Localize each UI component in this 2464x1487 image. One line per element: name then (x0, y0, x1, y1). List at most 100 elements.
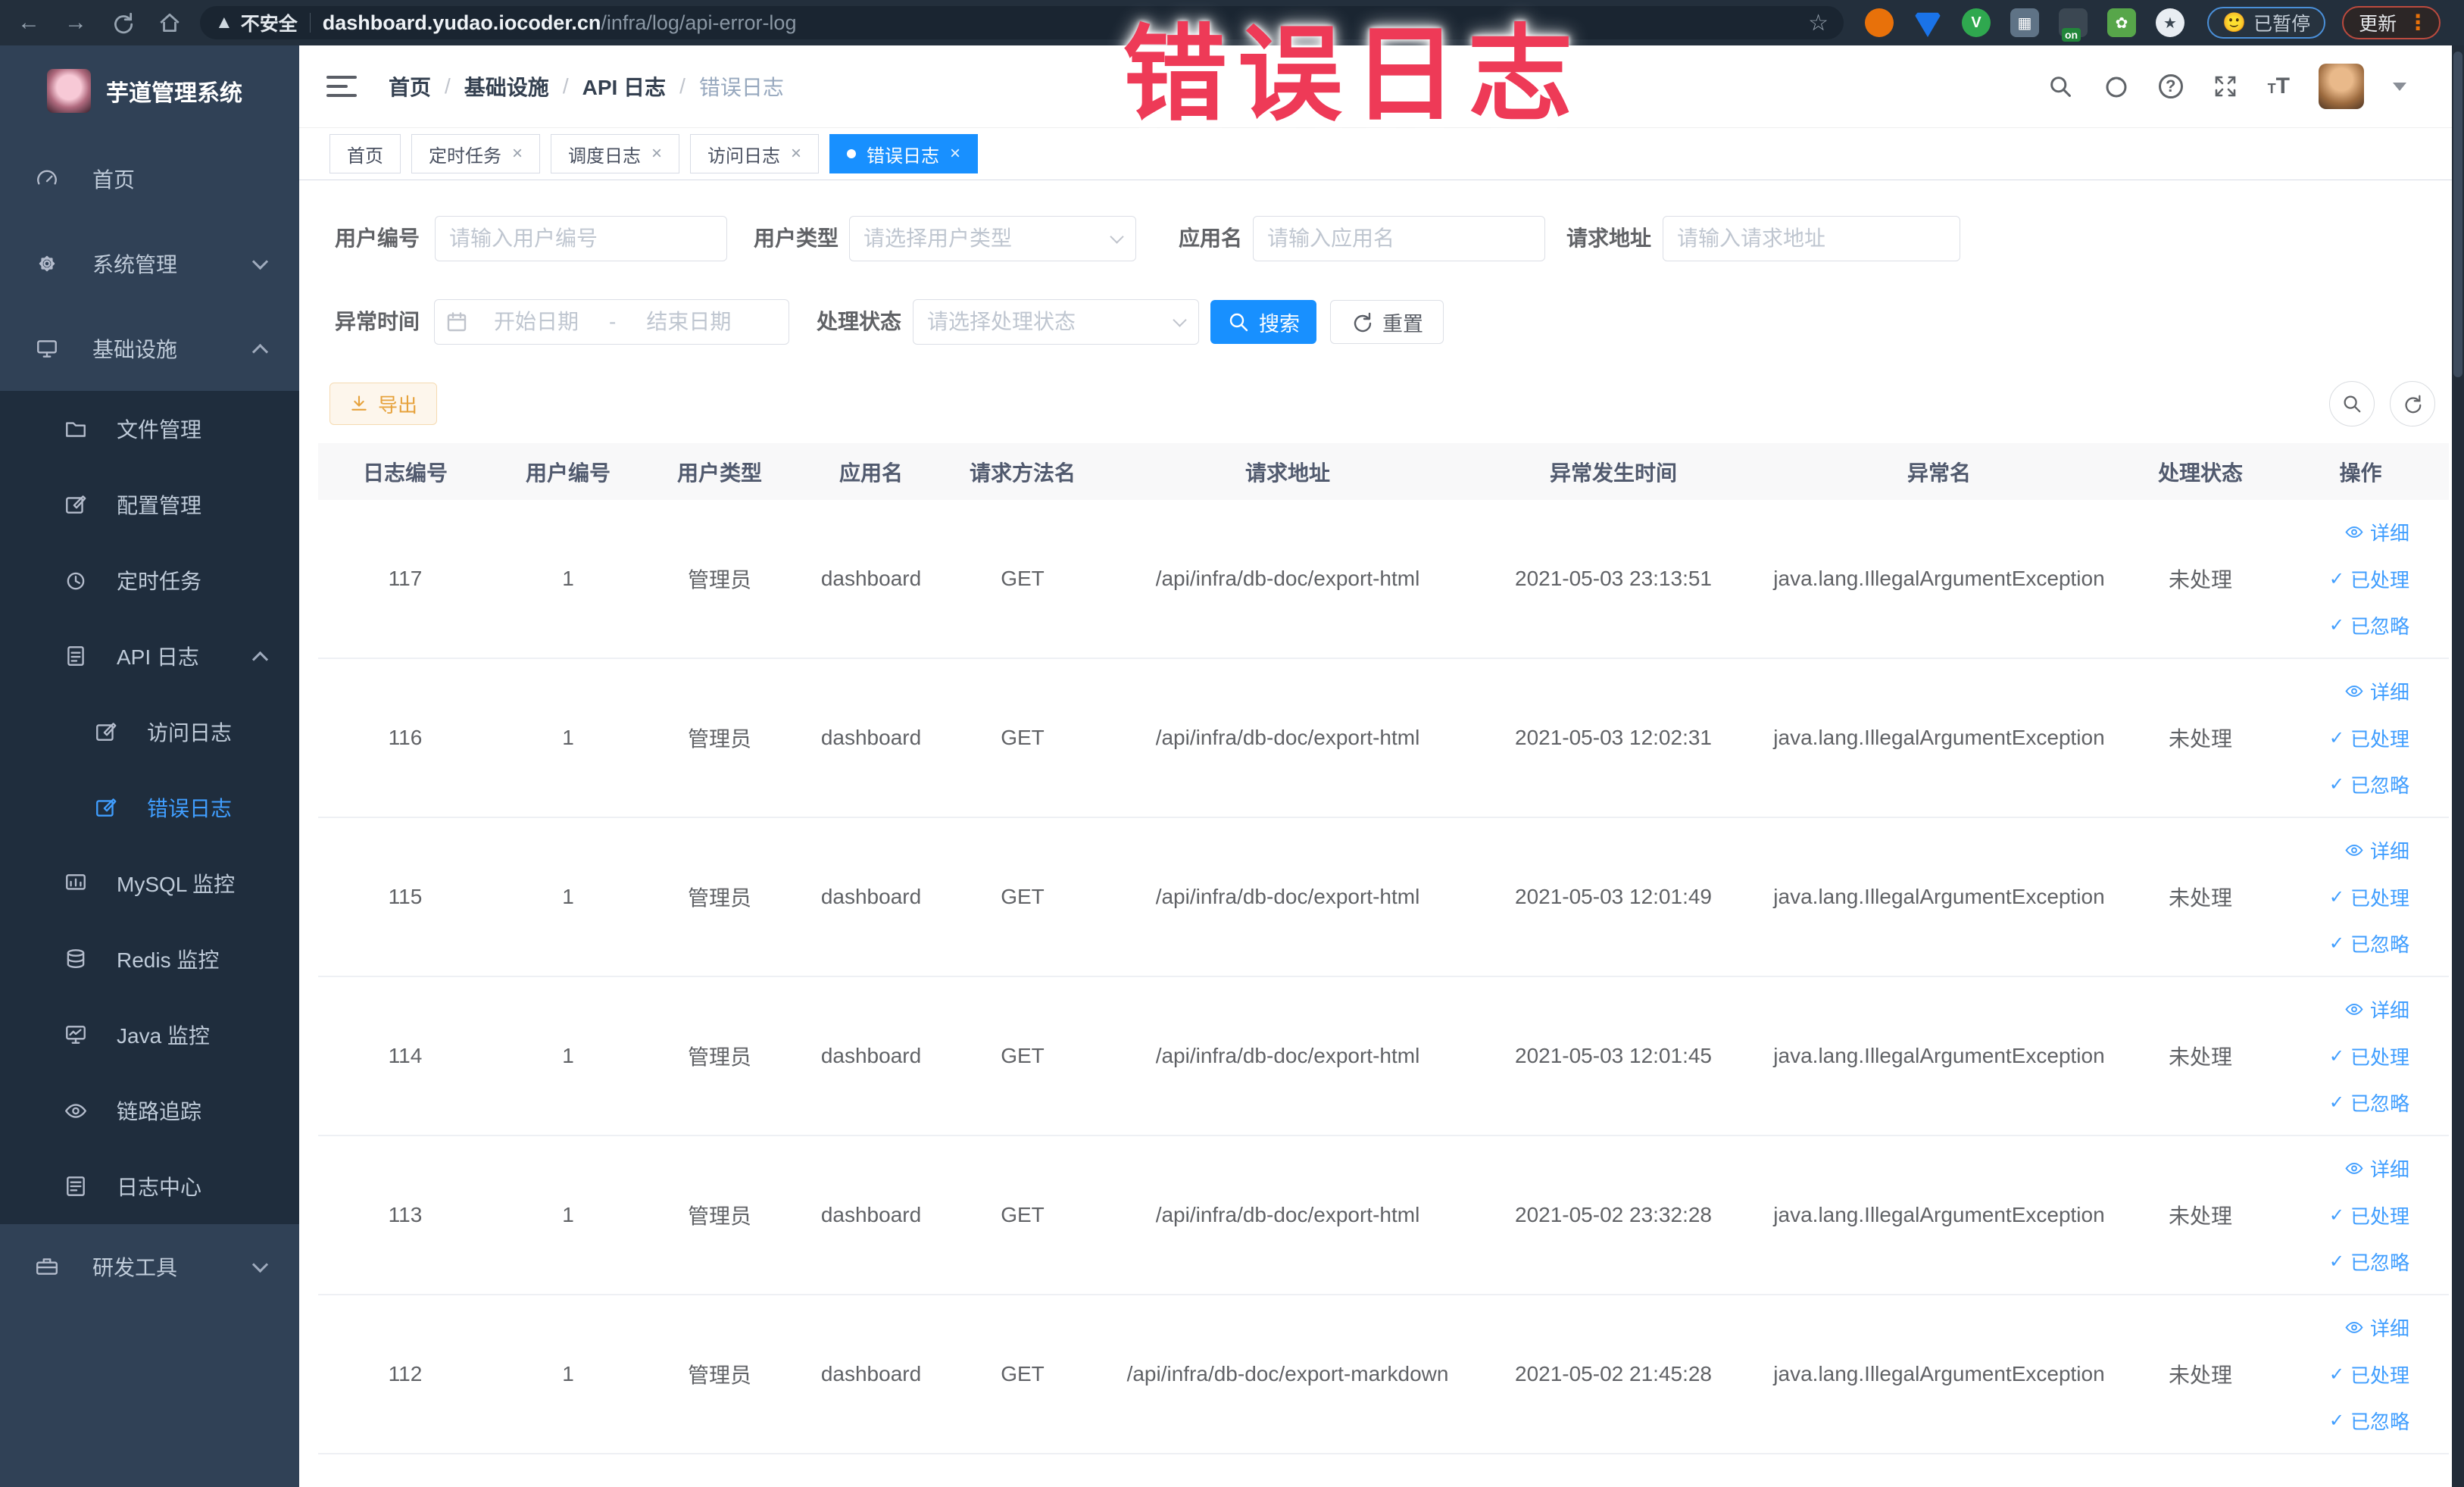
extension-icon-leaf[interactable]: ✿ (2107, 8, 2136, 37)
mark-processed-link[interactable]: ✓ 已处理 (2329, 883, 2409, 911)
cell-app-name: dashboard (820, 885, 922, 908)
sidebar-item-file-manage[interactable]: 文件管理 (0, 391, 299, 467)
sidebar-item-system[interactable]: 系统管理 (0, 221, 299, 306)
forward-icon[interactable]: → (58, 5, 94, 41)
user-id-input[interactable] (449, 226, 713, 251)
cell-actions: 详细 ✓ 已处理 ✓ 已忽略 (2272, 817, 2449, 976)
mark-processed-link[interactable]: ✓ 已处理 (2329, 565, 2409, 593)
detail-link[interactable]: 详细 (2344, 677, 2409, 705)
sidebar-item-infra[interactable]: 基础设施 (0, 306, 299, 391)
tab-scheduled-jobs[interactable]: 定时任务 × (411, 134, 541, 173)
tab-schedule-log[interactable]: 调度日志 × (551, 134, 680, 173)
github-icon[interactable] (2103, 73, 2130, 100)
mark-ignored-link[interactable]: ✓ 已忽略 (2329, 929, 2409, 957)
refresh-table-button[interactable] (2390, 381, 2435, 426)
back-icon[interactable]: ← (11, 5, 47, 41)
sidebar-item-redis-monitor[interactable]: Redis 监控 (0, 921, 299, 997)
user-type-input[interactable] (863, 226, 1112, 251)
hide-search-button[interactable] (2329, 381, 2375, 426)
mark-ignored-link[interactable]: ✓ 已忽略 (2329, 1089, 2409, 1117)
font-size-icon[interactable]: TT (2268, 73, 2290, 99)
app-name-field[interactable] (1253, 216, 1545, 261)
mark-processed-link[interactable]: ✓ 已处理 (2329, 1042, 2409, 1070)
export-button[interactable]: 导出 (329, 383, 437, 425)
breadcrumb-api-log[interactable]: API 日志 (582, 71, 666, 102)
close-icon[interactable]: × (791, 143, 801, 164)
app-name-input[interactable] (1267, 226, 1531, 251)
mark-ignored-link[interactable]: ✓ 已忽略 (2329, 1248, 2409, 1276)
extension-icon-grid[interactable]: ▦ (2010, 8, 2039, 37)
refresh-icon (1354, 312, 1372, 333)
url-bar[interactable]: ▲ 不安全 dashboard.yudao.iocoder.cn /infra/… (200, 6, 1844, 39)
extension-icon-orange[interactable] (1865, 8, 1894, 37)
cell-method: GET (1001, 726, 1045, 749)
sidebar-item-api-log[interactable]: API 日志 (0, 618, 299, 694)
hamburger-icon[interactable] (326, 76, 357, 97)
cell-exception-time: 2021-05-02 21:45:28 (1515, 1362, 1712, 1385)
reset-button[interactable]: 重置 (1330, 300, 1444, 344)
sidebar-item-mysql-monitor[interactable]: MySQL 监控 (0, 845, 299, 921)
close-icon[interactable]: × (512, 143, 523, 164)
search-icon[interactable] (2047, 73, 2074, 100)
extension-icon-shield[interactable] (1913, 12, 1942, 37)
mark-processed-link[interactable]: ✓ 已处理 (2329, 724, 2409, 752)
exception-time-range[interactable]: - (434, 299, 789, 345)
reload-icon[interactable] (105, 5, 141, 41)
process-status-input[interactable] (927, 310, 1175, 334)
avatar-caret-icon[interactable] (2393, 82, 2406, 91)
sidebar-item-scheduled-jobs[interactable]: 定时任务 (0, 542, 299, 618)
tab-home[interactable]: 首页 (329, 134, 401, 173)
sidebar-item-log-center[interactable]: 日志中心 (0, 1148, 299, 1224)
mark-processed-link[interactable]: ✓ 已处理 (2329, 1360, 2409, 1389)
detail-link[interactable]: 详细 (2344, 995, 2409, 1023)
extension-icon-green-v[interactable]: V (1962, 8, 1991, 37)
bookmark-star-icon[interactable]: ☆ (1808, 10, 1828, 36)
sidebar-item-access-log[interactable]: 访问日志 (0, 694, 299, 770)
tab-access-log[interactable]: 访问日志 × (690, 134, 820, 173)
sidebar-item-error-log[interactable]: 错误日志 (0, 770, 299, 845)
mark-ignored-link[interactable]: ✓ 已忽略 (2329, 1407, 2409, 1435)
request-url-input[interactable] (1677, 226, 1946, 251)
sidebar-item-dev-tools[interactable]: 研发工具 (0, 1224, 299, 1309)
breadcrumb-infra[interactable]: 基础设施 (464, 71, 549, 102)
request-url-field[interactable] (1663, 216, 1960, 261)
fullscreen-icon[interactable] (2212, 73, 2239, 100)
process-status-select[interactable] (913, 299, 1199, 345)
date-range-separator: - (609, 310, 617, 333)
detail-link[interactable]: 详细 (2344, 836, 2409, 864)
user-type-select[interactable] (849, 216, 1136, 261)
tab-error-log[interactable]: 错误日志 × (829, 134, 979, 173)
sidebar-item-home[interactable]: 首页 (0, 136, 299, 221)
cell-status: 未处理 (2168, 1364, 2232, 1387)
start-date-input[interactable] (468, 310, 604, 334)
help-icon[interactable]: ? (2158, 74, 2183, 98)
mark-ignored-link[interactable]: ✓ 已忽略 (2329, 770, 2409, 798)
database-icon (67, 949, 85, 968)
extensions-pin-icon[interactable]: ★ (2156, 8, 2184, 37)
home-icon[interactable] (151, 5, 188, 41)
detail-link[interactable]: 详细 (2344, 1314, 2409, 1342)
browser-menu-icon[interactable]: ⋮ (2407, 12, 2428, 33)
cell-user-id: 1 (562, 1044, 574, 1067)
user-id-field[interactable] (435, 216, 727, 261)
mark-processed-link[interactable]: ✓ 已处理 (2329, 1201, 2409, 1229)
close-icon[interactable]: × (950, 143, 960, 164)
scrollbar-thumb[interactable] (2453, 52, 2462, 377)
extension-icon-on-badge[interactable]: on (2059, 8, 2088, 42)
end-date-input[interactable] (620, 310, 757, 334)
check-icon: ✓ (2328, 615, 2344, 636)
close-icon[interactable]: × (651, 143, 662, 164)
mark-ignored-link[interactable]: ✓ 已忽略 (2329, 611, 2409, 639)
detail-link[interactable]: 详细 (2344, 518, 2409, 546)
page-scrollbar[interactable] (2452, 45, 2464, 1487)
sidebar-item-java-monitor[interactable]: Java 监控 (0, 997, 299, 1073)
profile-paused-chip[interactable]: 🙂 已暂停 (2207, 7, 2326, 39)
detail-link[interactable]: 详细 (2344, 1154, 2409, 1182)
sidebar-item-config-manage[interactable]: 配置管理 (0, 467, 299, 542)
sidebar-item-tracing[interactable]: 链路追踪 (0, 1073, 299, 1148)
edit-icon (96, 723, 117, 741)
breadcrumb-home[interactable]: 首页 (389, 71, 431, 102)
search-button[interactable]: 搜索 (1210, 300, 1316, 344)
chrome-update-button[interactable]: 更新 ⋮ (2342, 6, 2441, 39)
user-avatar[interactable] (2319, 64, 2364, 109)
